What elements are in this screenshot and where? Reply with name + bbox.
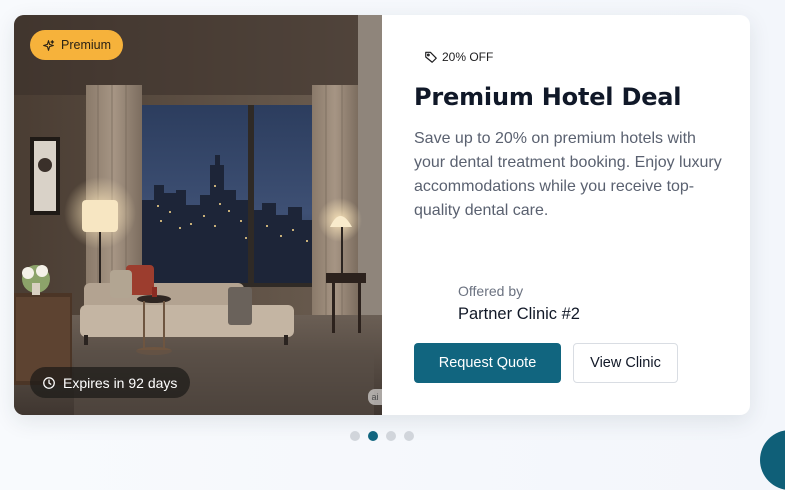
carousel-dot[interactable]: [386, 431, 396, 441]
premium-badge: Premium: [30, 30, 124, 60]
premium-badge-label: Premium: [61, 38, 112, 52]
request-quote-button[interactable]: Request Quote: [414, 343, 561, 383]
carousel-indicators: [350, 431, 414, 441]
offer-card: Premium Expires in 92 days ai 20% OFF Pr…: [14, 15, 750, 415]
hotel-room-image: Premium Expires in 92 days ai: [14, 15, 382, 415]
expiry-label: Expires in 92 days: [63, 374, 178, 391]
offer-title: Premium Hotel Deal: [414, 83, 682, 111]
ai-watermark: ai: [368, 389, 382, 405]
expiry-badge: Expires in 92 days: [30, 367, 191, 398]
offer-content: 20% OFF Premium Hotel Deal Save up to 20…: [382, 15, 750, 415]
discount-tag: 20% OFF: [424, 50, 493, 64]
offer-description: Save up to 20% on premium hotels with yo…: [414, 130, 722, 219]
provider-name: Partner Clinic #2: [458, 305, 580, 323]
carousel-dot[interactable]: [404, 431, 414, 441]
discount-label: 20% OFF: [442, 50, 494, 64]
clock-icon: [42, 376, 56, 390]
carousel-dot-active[interactable]: [368, 431, 378, 441]
offered-by-label: Offered by: [458, 283, 524, 299]
floating-action-button[interactable]: [760, 430, 785, 490]
sparkles-icon: [42, 39, 55, 52]
view-clinic-button[interactable]: View Clinic: [573, 343, 678, 383]
tag-icon: [424, 50, 438, 64]
carousel-dot[interactable]: [350, 431, 360, 441]
